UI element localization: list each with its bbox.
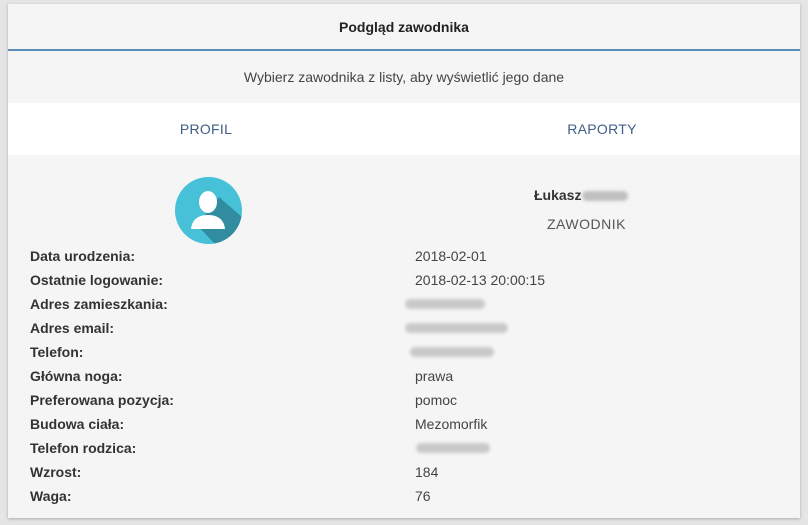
field-row: Adres zamieszkania: <box>8 292 800 316</box>
player-preview-card: Podgląd zawodnika Wybierz zawodnika z li… <box>8 4 800 518</box>
field-value: pomoc <box>415 392 458 408</box>
player-role: ZAWODNIK <box>547 216 626 232</box>
select-player-hint: Wybierz zawodnika z listy, aby wyświetli… <box>243 69 565 85</box>
field-value: 2018-02-13 20:00:15 <box>415 272 545 288</box>
field-label: Budowa ciała: <box>30 416 125 432</box>
field-row: Główna noga: prawa <box>8 364 800 388</box>
field-value: 2018-02-01 <box>415 248 487 264</box>
field-row: Wzrost: 184 <box>8 460 800 484</box>
field-row: Preferowana pozycja: pomoc <box>8 388 800 412</box>
field-row: Waga: 76 <box>8 484 800 508</box>
field-row: Telefon: <box>8 340 800 364</box>
player-name: Łukasz <box>534 187 629 203</box>
field-row: Data urodzenia: 2018-02-01 <box>8 244 800 268</box>
field-label: Preferowana pozycja: <box>30 392 174 408</box>
avatar <box>175 177 242 244</box>
field-value: 76 <box>415 488 431 504</box>
tab-profile[interactable]: PROFIL <box>8 103 404 155</box>
redacted-value <box>410 347 494 357</box>
page-title: Podgląd zawodnika <box>339 18 469 35</box>
field-row: Ostatnie logowanie: 2018-02-13 20:00:15 <box>8 268 800 292</box>
card-header: Podgląd zawodnika <box>8 4 800 51</box>
field-value: 184 <box>415 464 439 480</box>
field-row: Adres email: <box>8 316 800 340</box>
profile-panel: Łukasz ZAWODNIK Data urodzenia: 2018-02-… <box>8 155 800 515</box>
user-silhouette-icon <box>191 191 242 244</box>
redacted-value <box>405 299 485 309</box>
redacted-surname <box>582 191 629 202</box>
tab-bar: PROFIL RAPORTY <box>8 103 800 155</box>
field-label: Główna noga: <box>30 368 123 384</box>
field-label: Ostatnie logowanie: <box>30 272 164 288</box>
field-label: Telefon rodzica: <box>30 440 137 456</box>
tab-reports[interactable]: RAPORTY <box>404 103 800 155</box>
field-label: Telefon: <box>30 344 84 360</box>
field-label: Waga: <box>30 488 72 504</box>
redacted-value <box>416 443 490 453</box>
redacted-value <box>405 323 508 333</box>
player-first-name: Łukasz <box>534 187 582 203</box>
field-label: Adres email: <box>30 320 115 336</box>
field-label: Data urodzenia: <box>30 248 136 264</box>
field-label: Wzrost: <box>30 464 82 480</box>
field-value: Mezomorfik <box>415 416 488 432</box>
field-value: prawa <box>415 368 454 384</box>
field-row: Budowa ciała: Mezomorfik <box>8 412 800 436</box>
field-row: Telefon rodzica: <box>8 436 800 460</box>
field-label: Adres zamieszkania: <box>30 296 168 312</box>
